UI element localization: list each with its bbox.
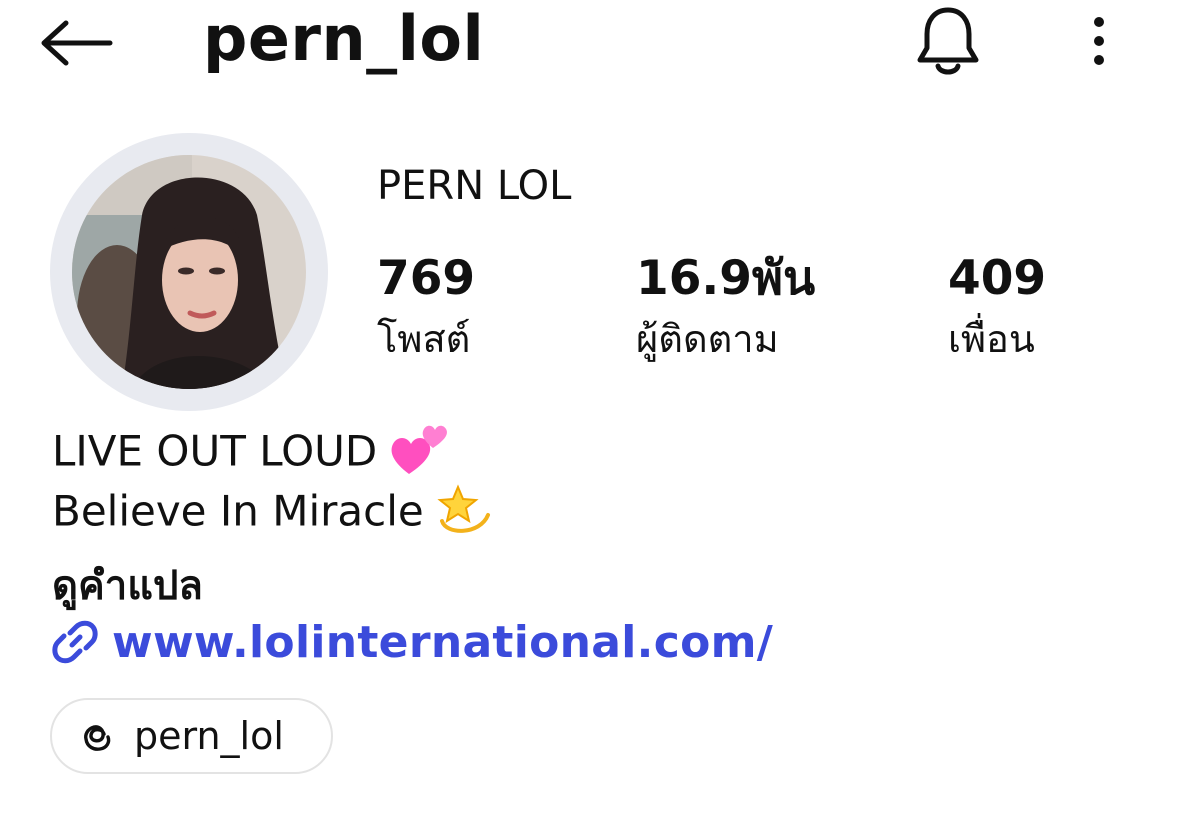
friends-label: เพื่อน	[948, 317, 1035, 362]
more-vertical-icon	[1094, 17, 1104, 65]
dizzy-star-icon	[436, 481, 492, 547]
link-icon	[52, 620, 98, 664]
stat-friends[interactable]: 409 เพื่อน	[948, 251, 1047, 362]
followers-count: 16.9พัน	[636, 251, 816, 306]
bio-text-2: Believe In Miracle	[52, 486, 424, 536]
bio-line-1: LIVE OUT LOUD	[52, 422, 451, 486]
see-translation-link[interactable]: ดูคำแปล	[52, 553, 203, 617]
profile-photo	[72, 155, 306, 389]
friends-count: 409	[948, 251, 1047, 306]
followers-label: ผู้ติดตาม	[636, 317, 779, 362]
notifications-button[interactable]	[912, 4, 984, 80]
posts-count: 769	[377, 251, 476, 306]
threads-icon	[84, 725, 111, 751]
bio-line-2: Believe In Miracle	[52, 481, 492, 547]
threads-profile-chip[interactable]: pern_lol	[50, 698, 333, 774]
back-button[interactable]	[38, 18, 118, 68]
stat-posts[interactable]: 769 โพสต์	[377, 251, 476, 362]
threads-handle: pern_lol	[134, 714, 284, 758]
more-options-button[interactable]	[1080, 12, 1118, 72]
website-url: www.lolinternational.com/	[112, 616, 774, 668]
stat-followers[interactable]: 16.9พัน ผู้ติดตาม	[636, 251, 816, 362]
profile-screen: pern_lol PERN LOL 769 โพสต์ 16.9พัน ผู้ต…	[0, 0, 1200, 820]
top-bar: pern_lol	[0, 0, 1200, 110]
avatar[interactable]	[50, 133, 328, 411]
page-title: pern_lol	[203, 2, 485, 75]
bio-text-1: LIVE OUT LOUD	[52, 426, 378, 476]
website-link[interactable]: www.lolinternational.com/	[52, 612, 773, 672]
arrow-left-icon	[41, 20, 113, 66]
display-name: PERN LOL	[377, 163, 572, 209]
posts-label: โพสต์	[377, 317, 471, 362]
bell-icon	[917, 7, 979, 75]
two-hearts-icon	[389, 422, 451, 486]
